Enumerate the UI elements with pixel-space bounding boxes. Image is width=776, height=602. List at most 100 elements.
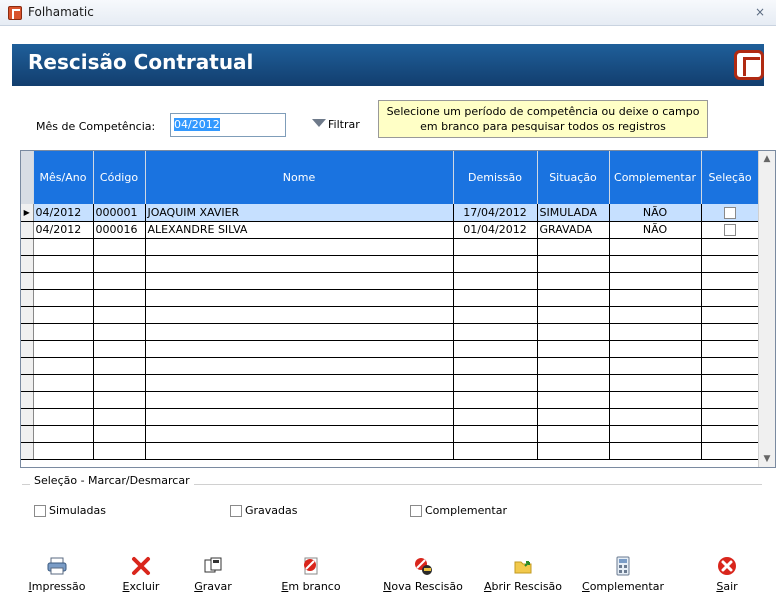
cell-selecao[interactable] (701, 204, 760, 222)
grid-header-row: Mês/Ano Código Nome Demissão Situação Co… (21, 151, 760, 204)
row-checkbox[interactable] (724, 224, 736, 236)
col-codigo[interactable]: Código (93, 151, 146, 204)
complementar-checkbox-box[interactable] (410, 505, 422, 517)
empty-table-row[interactable] (21, 374, 760, 392)
empty-cell (33, 340, 94, 358)
col-nome[interactable]: Nome (145, 151, 454, 204)
empty-table-row[interactable] (21, 391, 760, 409)
complementar-button[interactable]: Complementar (580, 556, 666, 600)
empty-table-row[interactable] (21, 442, 760, 460)
empty-cell (453, 340, 538, 358)
empty-cell (537, 306, 610, 324)
exit-icon (718, 557, 736, 575)
empty-cell (453, 255, 538, 273)
selection-group-label: Seleção - Marcar/Desmarcar (30, 474, 194, 487)
cell-situacao: SIMULADA (537, 204, 610, 222)
empty-cell (145, 255, 454, 273)
empty-cell (33, 306, 94, 324)
scroll-down-icon[interactable]: ▼ (759, 451, 775, 467)
table-row[interactable]: 04/2012 000016 ALEXANDRE SILVA 01/04/201… (21, 221, 760, 239)
empty-table-row[interactable] (21, 357, 760, 375)
cell-selecao[interactable] (701, 221, 760, 239)
empty-cell (145, 442, 454, 460)
col-demissao[interactable]: Demissão (453, 151, 538, 204)
empty-cell (609, 323, 702, 341)
empty-cell (33, 408, 94, 426)
empty-cell (453, 374, 538, 392)
impressao-button[interactable]: Impressão (14, 556, 100, 600)
empty-cell (701, 238, 760, 256)
filtrar-button[interactable]: Filtrar (310, 113, 360, 137)
complementar-label: Complementar (582, 580, 664, 593)
empty-table-row[interactable] (21, 323, 760, 341)
table-row[interactable]: ▶ 04/2012 000001 JOAQUIM XAVIER 17/04/20… (21, 204, 760, 222)
empty-cell (145, 306, 454, 324)
abrir-rescisao-button[interactable]: Abrir Rescisão (480, 556, 566, 600)
col-situacao[interactable]: Situação (537, 151, 610, 204)
row-indicator (21, 442, 34, 460)
gravar-button[interactable]: Gravar (170, 556, 256, 600)
empty-cell (701, 255, 760, 273)
empty-cell (145, 374, 454, 392)
rescisoes-grid[interactable]: Mês/Ano Código Nome Demissão Situação Co… (20, 150, 776, 468)
empty-cell (93, 289, 146, 307)
empty-cell (537, 442, 610, 460)
empty-table-row[interactable] (21, 255, 760, 273)
empty-cell (453, 272, 538, 290)
simuladas-checkbox[interactable]: Simuladas (34, 504, 106, 517)
row-indicator (21, 357, 34, 375)
gravadas-checkbox[interactable]: Gravadas (230, 504, 298, 517)
sair-label: Sair (716, 580, 738, 593)
competencia-label: Mês de Competência: (36, 120, 156, 133)
col-mes-ano[interactable]: Mês/Ano (33, 151, 94, 204)
col-complementar[interactable]: Complementar (609, 151, 702, 204)
empty-cell (537, 289, 610, 307)
cell-demissao: 01/04/2012 (453, 221, 538, 239)
empty-table-row[interactable] (21, 306, 760, 324)
empty-table-row[interactable] (21, 408, 760, 426)
calculator-icon (616, 556, 630, 576)
complementar-checkbox[interactable]: Complementar (410, 504, 507, 517)
empty-table-row[interactable] (21, 340, 760, 358)
grid-scrollbar[interactable]: ▲ ▼ (758, 151, 775, 467)
empty-cell (93, 323, 146, 341)
scroll-up-icon[interactable]: ▲ (759, 151, 775, 167)
empty-table-row[interactable] (21, 289, 760, 307)
empty-cell (33, 238, 94, 256)
save-disk-icon (204, 557, 222, 573)
empty-cell (609, 306, 702, 324)
gravadas-checkbox-box[interactable] (230, 505, 242, 517)
competencia-input[interactable]: 04/2012 (170, 113, 286, 137)
em-branco-button[interactable]: Em branco (268, 556, 354, 600)
empty-table-row[interactable] (21, 272, 760, 290)
empty-cell (33, 391, 94, 409)
empty-table-row[interactable] (21, 425, 760, 443)
empty-cell (33, 425, 94, 443)
empty-cell (609, 391, 702, 409)
empty-cell (701, 306, 760, 324)
empty-cell (453, 425, 538, 443)
simuladas-checkbox-box[interactable] (34, 505, 46, 517)
empty-cell (609, 408, 702, 426)
filtrar-label: Filtrar (328, 118, 360, 131)
row-checkbox[interactable] (724, 206, 736, 219)
empty-cell (609, 272, 702, 290)
close-window-button[interactable]: × (750, 4, 770, 21)
em-branco-label: Em branco (281, 580, 341, 593)
delete-x-icon (132, 557, 150, 575)
empty-cell (537, 391, 610, 409)
empty-cell (609, 374, 702, 392)
hint-tooltip: Selecione um período de competência ou d… (378, 100, 708, 138)
open-folder-icon (514, 561, 532, 574)
empty-cell (701, 272, 760, 290)
empty-cell (701, 323, 760, 341)
nova-rescisao-button[interactable]: Nova Rescisão (380, 556, 466, 600)
empty-cell (453, 323, 538, 341)
empty-cell (93, 391, 146, 409)
sair-button[interactable]: Sair (684, 556, 770, 600)
col-selecao[interactable]: Seleção (701, 151, 760, 204)
new-rescisao-icon (415, 558, 432, 575)
empty-cell (145, 357, 454, 375)
impressao-label: Impressão (28, 580, 86, 593)
empty-table-row[interactable] (21, 238, 760, 256)
